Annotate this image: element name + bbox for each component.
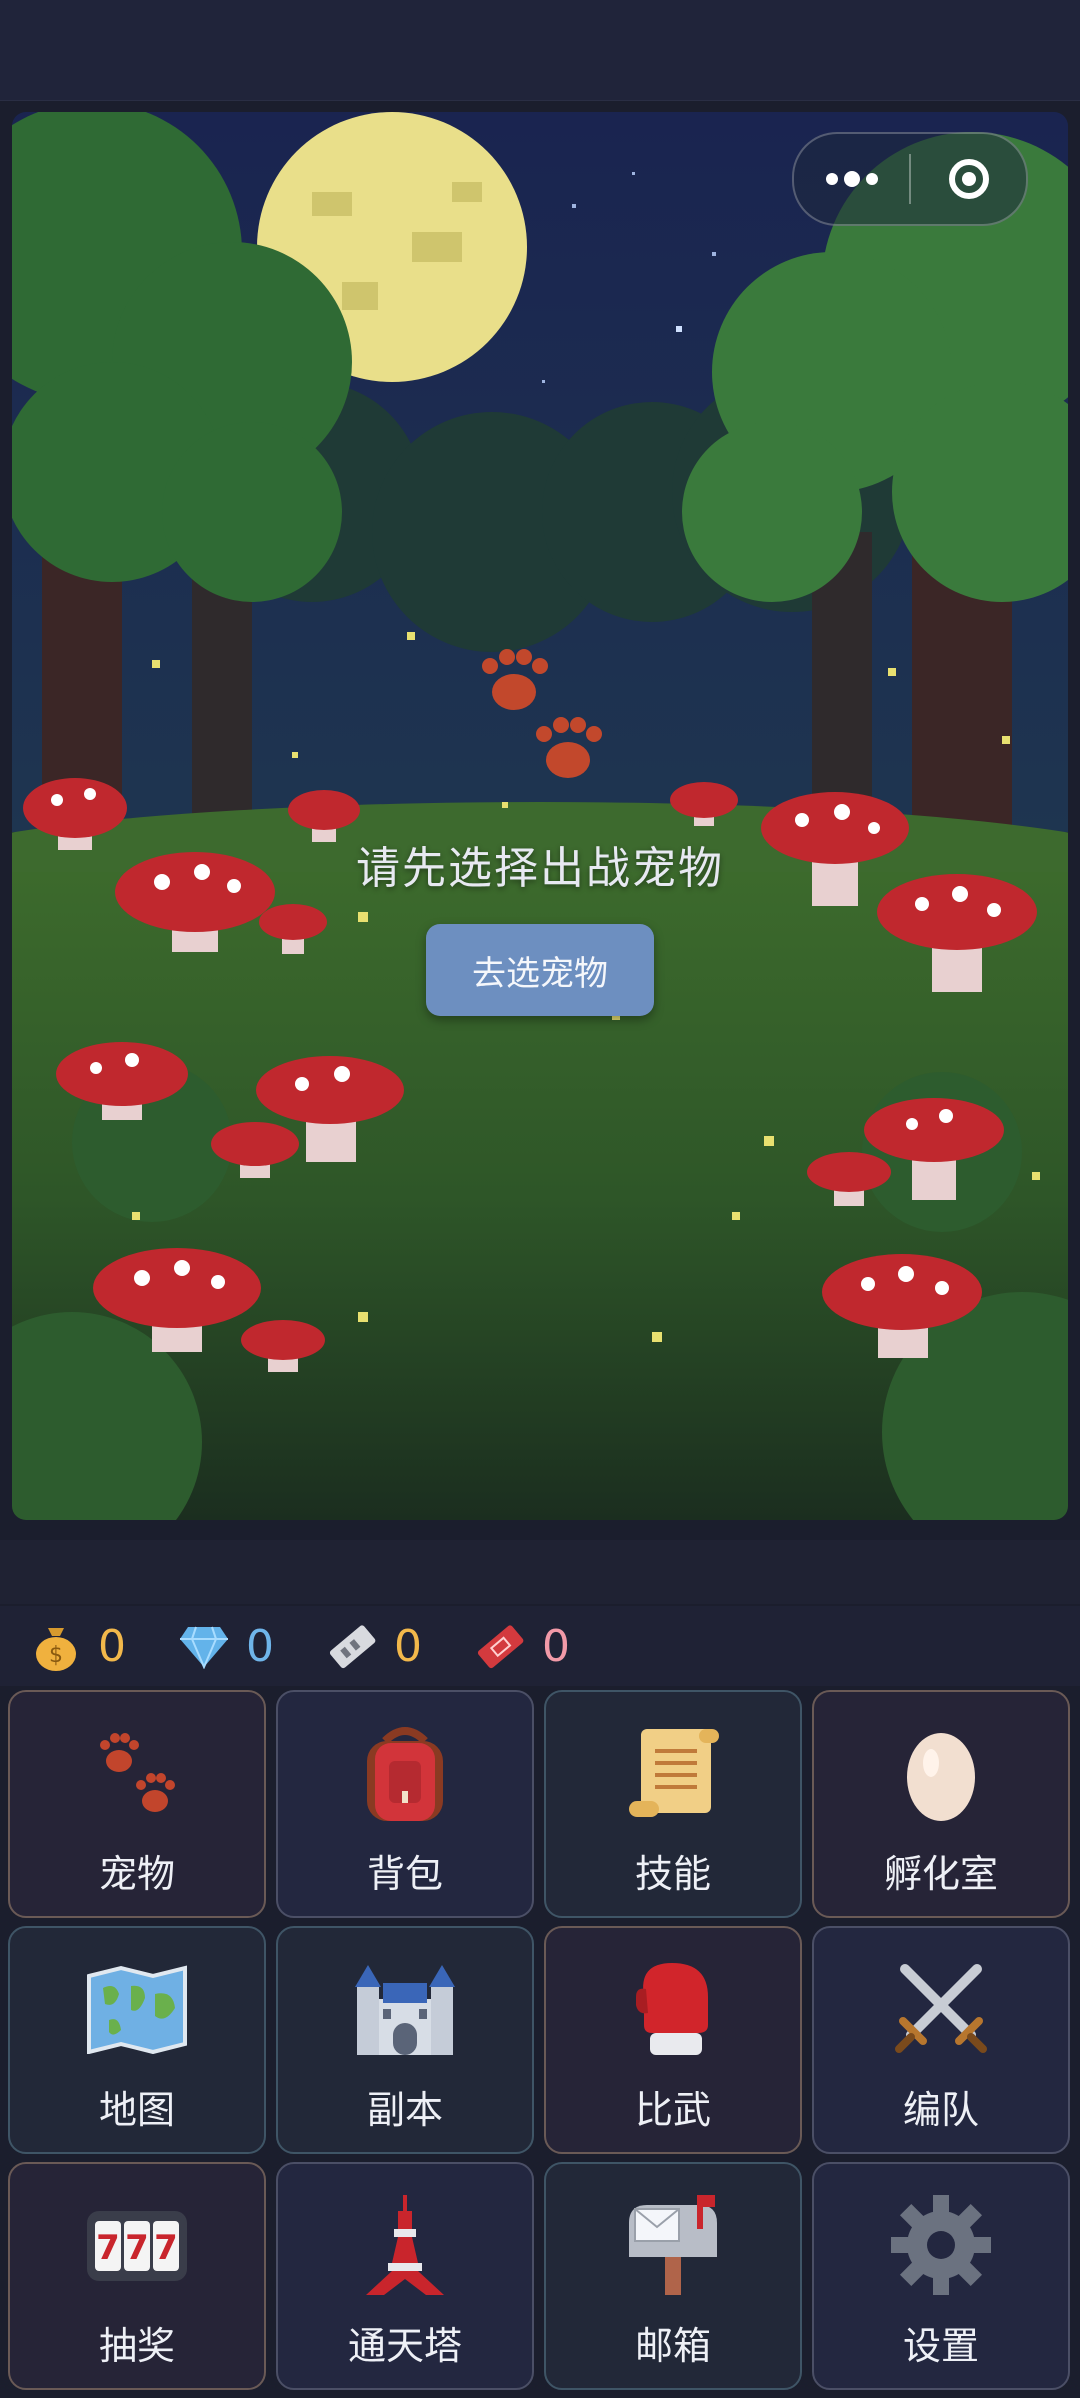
- select-pet-prompt: 请先选择出战宠物: [356, 843, 724, 894]
- ticket-value: 0: [394, 1620, 422, 1672]
- gear-icon: [886, 2190, 996, 2300]
- menu-hatchery[interactable]: 孵化室: [812, 1690, 1070, 1918]
- mailbox-icon: [618, 2190, 728, 2300]
- target-circle-icon: [948, 159, 989, 199]
- status-bar: [0, 0, 1080, 101]
- menu-dungeon[interactable]: 副本: [276, 1926, 534, 2154]
- boxing-glove-icon: [618, 1954, 728, 2064]
- ticket-red-icon: [474, 1620, 526, 1672]
- castle-icon: [350, 1954, 460, 2064]
- menu-map[interactable]: 地图: [8, 1926, 266, 2154]
- scroll-icon: [618, 1718, 728, 1828]
- choose-pet-button[interactable]: 去选宠物: [426, 924, 654, 1016]
- coupon-value: 0: [542, 1620, 570, 1672]
- menu-label: 孵化室: [883, 1852, 998, 1896]
- currency-coupon: 0: [474, 1620, 570, 1672]
- menu-duel[interactable]: 比武: [544, 1926, 802, 2154]
- menu-label: 通天塔: [347, 2324, 462, 2368]
- close-button[interactable]: [911, 134, 1026, 224]
- slot-machine-icon: 777: [82, 2190, 192, 2300]
- menu-formation[interactable]: 编队: [812, 1926, 1070, 2154]
- paw-prints-icon: [82, 1718, 192, 1828]
- egg-icon: [886, 1718, 996, 1828]
- currency-ticket: 0: [326, 1620, 422, 1672]
- forest-background: [12, 112, 1068, 1520]
- menu-label: 地图: [98, 2088, 175, 2132]
- diamond-value: 0: [246, 1620, 274, 1672]
- forest-scene: 请先选择出战宠物 去选宠物: [12, 112, 1068, 1520]
- divider-strip: [0, 1540, 1080, 1604]
- menu-skills[interactable]: 技能: [544, 1690, 802, 1918]
- menu-tower[interactable]: 通天塔: [276, 2162, 534, 2390]
- svg-text:$: $: [49, 1643, 63, 1668]
- currency-diamond: 0: [178, 1620, 274, 1672]
- menu-label: 背包: [366, 1852, 443, 1896]
- backpack-icon: [350, 1718, 460, 1828]
- menu-label: 抽奖: [98, 2324, 175, 2368]
- tower-icon: [350, 2190, 460, 2300]
- currency-gold: $ 0: [30, 1620, 126, 1672]
- menu-pets[interactable]: 宠物: [8, 1690, 266, 1918]
- svg-text:7: 7: [154, 2228, 178, 2268]
- crossed-swords-icon: [886, 1954, 996, 2064]
- menu-label: 设置: [902, 2324, 979, 2368]
- menu-label: 比武: [634, 2088, 711, 2132]
- world-map-icon: [82, 1954, 192, 2064]
- gold-value: 0: [98, 1620, 126, 1672]
- menu-label: 邮箱: [634, 2324, 711, 2368]
- menu-backpack[interactable]: 背包: [276, 1690, 534, 1918]
- more-button[interactable]: [794, 134, 909, 224]
- menu-label: 编队: [902, 2088, 979, 2132]
- menu-label: 副本: [366, 2088, 443, 2132]
- diamond-icon: [178, 1620, 230, 1672]
- mini-program-capsule: [792, 132, 1028, 226]
- menu-label: 技能: [634, 1852, 711, 1896]
- menu-lottery[interactable]: 777 抽奖: [8, 2162, 266, 2390]
- svg-text:7: 7: [125, 2228, 149, 2268]
- currency-bar: $ 0 0 0 0: [0, 1606, 1080, 1686]
- menu-settings[interactable]: 设置: [812, 2162, 1070, 2390]
- menu-label: 宠物: [98, 1852, 175, 1896]
- svg-text:7: 7: [96, 2228, 120, 2268]
- ticket-gray-icon: [326, 1620, 378, 1672]
- main-menu-grid: 宠物 背包 技能 孵化室 地图 副本 比武 编队 7 7 7 抽奖 通天塔 邮箱…: [8, 1690, 1074, 2390]
- money-bag-icon: $: [30, 1620, 82, 1672]
- more-dots-icon: [825, 171, 878, 187]
- menu-mailbox[interactable]: 邮箱: [544, 2162, 802, 2390]
